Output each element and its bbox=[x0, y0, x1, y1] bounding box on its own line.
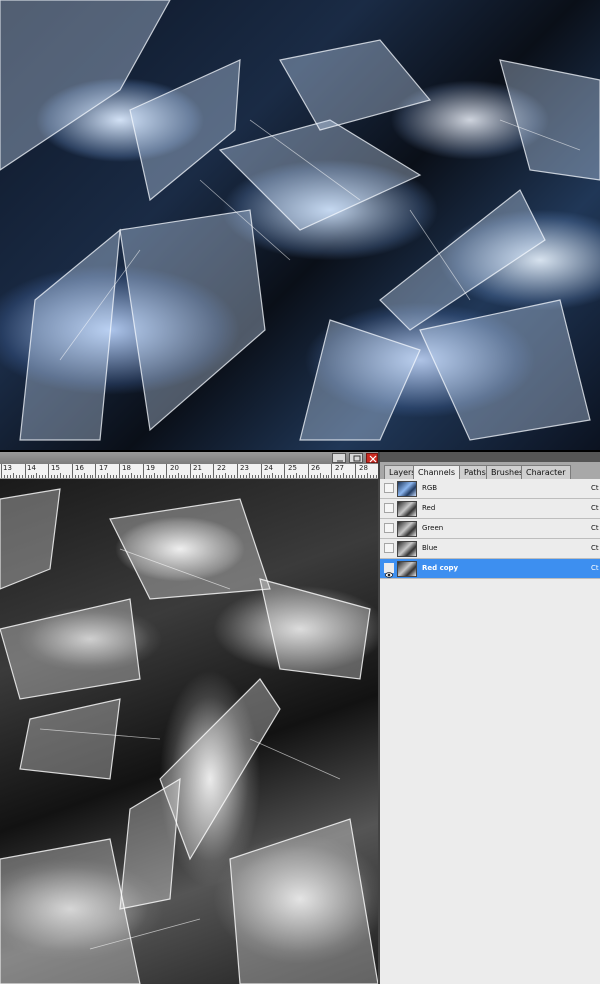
channel-shortcut: Ct bbox=[591, 524, 599, 532]
channel-thumbnail bbox=[397, 481, 417, 497]
visibility-toggle[interactable] bbox=[384, 543, 394, 553]
channel-thumbnail bbox=[397, 541, 417, 557]
ice-photo-color bbox=[0, 0, 600, 450]
document-canvas[interactable] bbox=[0, 479, 378, 984]
ice-shards-graphic bbox=[0, 0, 600, 441]
ruler-label: 22 bbox=[217, 464, 226, 472]
visibility-toggle[interactable] bbox=[384, 483, 394, 493]
ruler-label: 16 bbox=[75, 464, 84, 472]
channel-shortcut: Ct bbox=[591, 564, 599, 572]
panel-top-bar bbox=[380, 452, 600, 462]
channel-name: RGB bbox=[422, 484, 438, 492]
channel-row-red[interactable]: Red Ct bbox=[380, 499, 600, 519]
channel-row-blue[interactable]: Blue Ct bbox=[380, 539, 600, 559]
tab-character[interactable]: Character bbox=[521, 465, 571, 479]
document-window: 13 14 15 16 17 18 19 20 21 22 23 24 25 2… bbox=[0, 452, 380, 984]
document-titlebar bbox=[0, 452, 378, 464]
ruler-label: 15 bbox=[51, 464, 60, 472]
ruler-label: 20 bbox=[170, 464, 179, 472]
channel-row-green[interactable]: Green Ct bbox=[380, 519, 600, 539]
ruler-label: 26 bbox=[311, 464, 320, 472]
channel-name: Red bbox=[422, 504, 436, 512]
eye-icon bbox=[385, 572, 393, 578]
ruler-label: 21 bbox=[193, 464, 202, 472]
visibility-toggle[interactable] bbox=[384, 503, 394, 513]
tab-label: Character bbox=[526, 468, 566, 477]
channel-shortcut: Ct bbox=[591, 484, 599, 492]
minimize-button[interactable] bbox=[332, 453, 346, 463]
close-button[interactable] bbox=[366, 453, 378, 463]
visibility-toggle[interactable] bbox=[384, 523, 394, 533]
close-icon bbox=[369, 455, 377, 463]
ruler-label: 27 bbox=[335, 464, 344, 472]
channel-name: Blue bbox=[422, 544, 438, 552]
ruler-label: 17 bbox=[99, 464, 108, 472]
tab-label: Brushes bbox=[491, 468, 524, 477]
channel-row-red-copy[interactable]: Red copy Ct bbox=[380, 559, 600, 579]
channel-shortcut: Ct bbox=[591, 504, 599, 512]
ruler-label: 19 bbox=[146, 464, 155, 472]
tab-label: Layers bbox=[389, 468, 416, 477]
minimize-icon bbox=[337, 460, 343, 462]
ruler-label: 23 bbox=[240, 464, 249, 472]
ice-shards-grayscale-graphic bbox=[0, 488, 378, 984]
channel-name: Red copy bbox=[422, 564, 459, 572]
ruler-label: 25 bbox=[288, 464, 297, 472]
ruler-label: 13 bbox=[3, 464, 12, 472]
channel-name: Green bbox=[422, 524, 444, 532]
channels-panel: Layers Channels× Paths Brushes Character… bbox=[380, 452, 600, 984]
tab-label: Channels bbox=[418, 468, 456, 477]
ruler-label: 14 bbox=[27, 464, 36, 472]
channel-row-rgb[interactable]: RGB Ct bbox=[380, 479, 600, 499]
ruler-label: 28 bbox=[359, 464, 368, 472]
channel-thumbnail bbox=[397, 561, 417, 577]
channel-shortcut: Ct bbox=[591, 544, 599, 552]
ruler-label: 18 bbox=[122, 464, 131, 472]
visibility-toggle[interactable] bbox=[384, 563, 394, 578]
channel-thumbnail bbox=[397, 501, 417, 517]
channel-thumbnail bbox=[397, 521, 417, 537]
tab-label: Paths bbox=[464, 468, 486, 477]
restore-icon bbox=[353, 455, 361, 462]
ruler-label: 24 bbox=[264, 464, 273, 472]
panel-tabs: Layers Channels× Paths Brushes Character bbox=[380, 462, 600, 480]
horizontal-ruler[interactable]: 13 14 15 16 17 18 19 20 21 22 23 24 25 2… bbox=[0, 464, 378, 479]
restore-button[interactable] bbox=[349, 453, 363, 463]
